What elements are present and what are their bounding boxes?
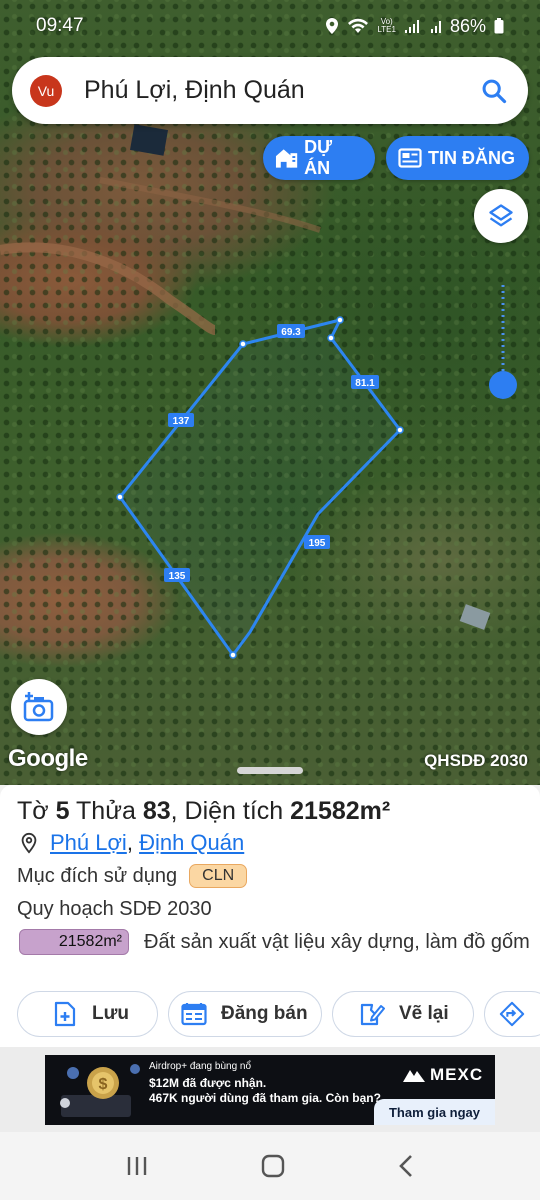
status-bar: 09:47 Vo) LTE1 86% [0,0,540,52]
du-an-button[interactable]: DỰ ÁN [263,136,375,180]
signal-icon [404,20,419,33]
directions-icon [499,1001,525,1027]
district-link[interactable]: Định Quán [139,830,244,856]
ad-banner[interactable]: $ Airdrop+ đang bùng nổ $12M đã được nhậ… [45,1055,495,1125]
mexc-logo-icon [403,1070,425,1082]
sheet-number: 5 [55,797,70,825]
system-navigation-bar [0,1132,540,1200]
parcel-info-sheet: Tờ 5 Thửa 83, Diện tích 21582m² Phú Lợi,… [0,785,540,1047]
search-icon[interactable] [480,77,508,105]
plot-number: 83 [142,797,171,825]
sheet-drag-handle[interactable] [237,767,303,774]
camera-plus-icon [23,692,54,722]
save-button[interactable]: Lưu [17,991,158,1037]
location-pin-icon [21,832,37,854]
tin-dang-button[interactable]: TIN ĐĂNG [386,136,529,180]
parcel-vertex[interactable] [116,493,124,501]
parcel-boundary[interactable] [118,318,402,657]
edge-length-top-right: 81.1 [355,378,375,389]
satellite-map[interactable]: 69.3 81.1 137 195 135 09:47 Vo)LTE1 86% [0,0,540,785]
plan-heading: Quy hoạch SDĐ 2030 [17,898,212,920]
ad-banner-container: $ Airdrop+ đang bùng nổ $12M đã được nhậ… [0,1047,540,1132]
planning-layer-label: QHSDĐ 2030 [424,751,528,770]
commune-link[interactable]: Phú Lợi [50,830,127,856]
parcel-title: Tờ 5 Thửa 83, Diện tích 21582m² [17,797,390,826]
plan-area-badge: 21582m² [19,929,129,955]
redraw-button[interactable]: Vẽ lại [332,991,474,1037]
redraw-label: Vẽ lại [399,1003,449,1024]
listing-icon [398,148,422,168]
plan-land-description: Đất sản xuất vật liệu xây dựng, làm đồ g… [144,931,530,953]
svg-text:$: $ [99,1076,108,1093]
shape-edit-icon [360,1003,385,1026]
area-value: 21582m² [290,797,391,825]
building-roof [130,124,168,156]
wifi-icon [348,18,369,33]
directions-button[interactable] [484,991,540,1037]
ad-brand-name: MEXC [430,1065,484,1084]
ad-line-2: $12M đã được nhận. [149,1076,267,1090]
edge-length-right: 195 [309,538,326,549]
du-an-label: DỰ ÁN [304,137,333,178]
layers-icon [489,204,513,227]
parcel-vertex[interactable] [229,651,237,659]
edge-length-top: 69.3 [281,327,301,338]
google-attribution: Google [8,745,88,772]
post-for-sale-button[interactable]: Đăng bán [168,991,322,1037]
dirt-track [99,177,321,233]
back-icon[interactable] [397,1154,415,1178]
location-separator: , [126,830,133,855]
add-photo-button[interactable] [11,679,67,735]
search-query[interactable]: Phú Lợi, Định Quán [84,76,480,105]
land-use-purpose-row: Mục đích sử dụng CLN [17,864,248,888]
save-label: Lưu [92,1003,129,1024]
parcel-vertex[interactable] [327,334,335,342]
land-use-purpose-label: Mục đích sử dụng [17,864,178,887]
map-layers-button[interactable] [474,189,528,243]
location-status-icon [326,18,339,34]
building-icon [275,149,298,168]
tin-dang-label: TIN ĐĂNG [428,147,515,168]
user-avatar[interactable]: Vu [30,74,62,107]
dirt-road [0,242,217,335]
signal-2-icon [430,21,441,33]
title-separator: , [170,797,178,825]
land-use-code-badge: CLN [189,864,248,888]
my-location-dot[interactable] [489,371,517,399]
battery-icon [494,18,504,34]
parcel-vertex[interactable] [239,340,247,348]
sheet-label-to: Tờ [17,797,49,825]
battery-percentage: 86% [449,15,486,36]
recent-apps-icon[interactable] [125,1155,149,1177]
action-row: Lưu Đăng bán Vẽ lại [0,991,540,1037]
parcel-vertex[interactable] [336,316,344,324]
area-label: Diện tích [184,797,284,825]
status-time: 09:47 [36,15,84,36]
edge-length-left-upper: 137 [173,416,190,427]
plot-label: Thửa [76,797,136,825]
post-for-sale-label: Đăng bán [221,1003,308,1024]
search-bar[interactable]: Vu Phú Lợi, Định Quán [12,57,528,124]
volte-lte-indicator: Vo) LTE1 [377,17,396,34]
building-roof [459,604,491,630]
ad-cta-button[interactable]: Tham gia ngay [374,1099,495,1125]
ad-brand-logo: MEXC [403,1065,483,1085]
file-plus-icon [54,1001,76,1027]
home-icon[interactable] [260,1153,286,1179]
ad-line-3: 467K người dùng đã tham gia. Còn bạn? [149,1091,381,1105]
calendar-list-icon [181,1003,207,1026]
ad-line-1: Airdrop+ đang bùng nổ [149,1061,252,1072]
parcel-vertex[interactable] [396,426,404,434]
parcel-location: Phú Lợi, Định Quán [18,830,244,856]
edge-length-left-lower: 135 [169,571,186,582]
